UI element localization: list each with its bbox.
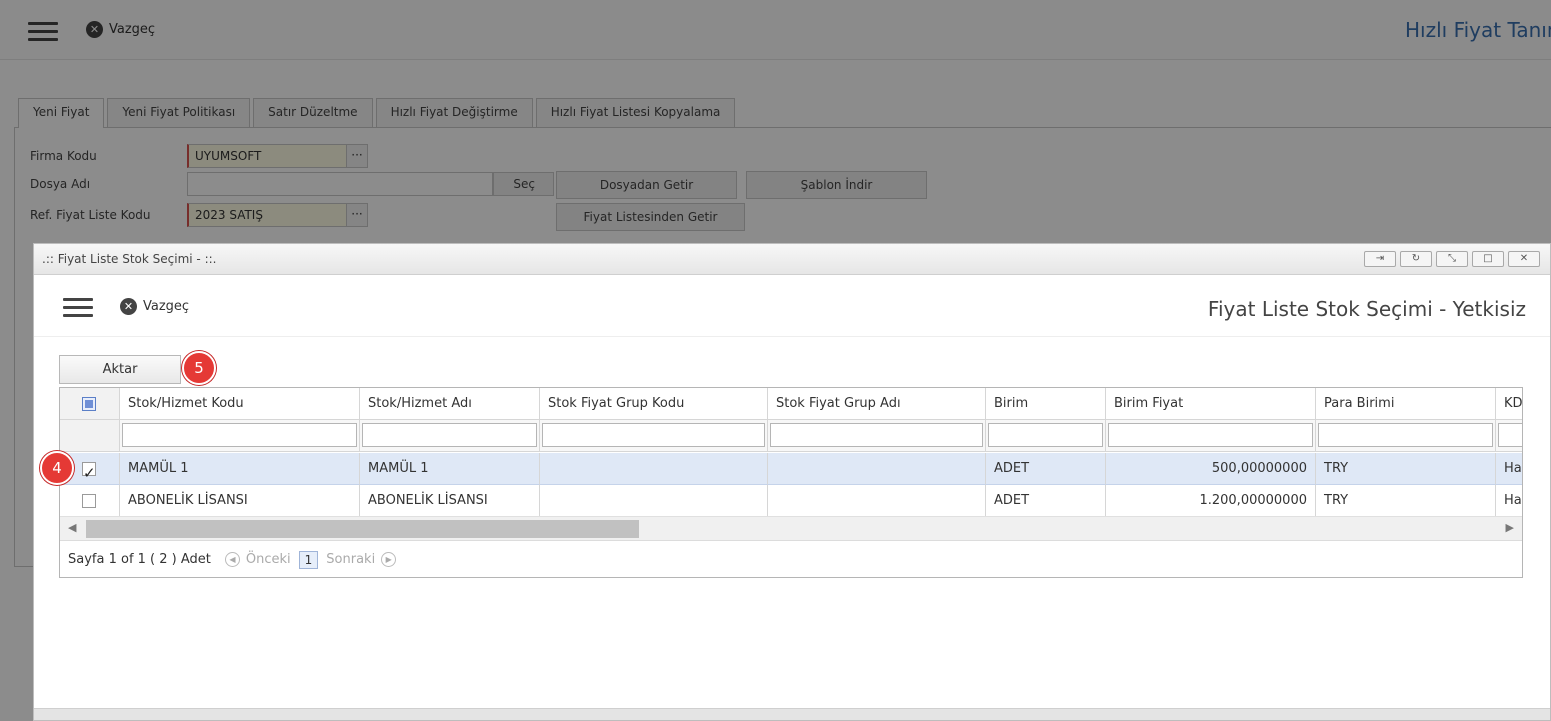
filter-input-kd[interactable] xyxy=(1498,423,1522,447)
step-badge-5: 5 xyxy=(182,351,216,385)
grid-filter-row xyxy=(60,420,1522,452)
cell-para-birimi: TRY xyxy=(1316,453,1496,485)
pin-icon[interactable]: ⇥ xyxy=(1364,251,1396,267)
next-label: Sonraki xyxy=(326,552,376,567)
cell-grup-kodu xyxy=(540,485,768,517)
column-header-birim[interactable]: Birim xyxy=(986,388,1106,420)
table-row[interactable]: MAMÜL 1 MAMÜL 1 ADET 500,00000000 TRY Ha xyxy=(60,453,1522,485)
stock-grid: Stok/Hizmet Kodu Stok/Hizmet Adı Stok Fi… xyxy=(59,387,1523,578)
horizontal-scrollbar[interactable]: ◀ ▶ xyxy=(60,516,1522,540)
modal-footer xyxy=(34,708,1550,720)
row-checkbox[interactable] xyxy=(82,458,96,484)
cell-para-birimi: TRY xyxy=(1316,485,1496,517)
cell-birim-fiyat: 1.200,00000000 xyxy=(1106,485,1316,517)
cell-stok-adi: ABONELİK LİSANSI xyxy=(360,485,540,517)
cell-grup-adi xyxy=(768,453,986,485)
filter-spacer xyxy=(60,420,120,452)
pager-summary: Sayfa 1 of 1 ( 2 ) Adet xyxy=(68,552,211,567)
filter-cell-kd xyxy=(1496,420,1522,452)
filter-input-para-birimi[interactable] xyxy=(1318,423,1493,447)
cell-birim: ADET xyxy=(986,453,1106,485)
close-window-icon[interactable]: ✕ xyxy=(1508,251,1540,267)
column-header-birim-fiyat[interactable]: Birim Fiyat xyxy=(1106,388,1316,420)
column-header-kd[interactable]: KD xyxy=(1496,388,1522,420)
filter-cell-para-birimi xyxy=(1316,420,1496,452)
maximize-icon[interactable]: □ xyxy=(1472,251,1504,267)
pager: Sayfa 1 of 1 ( 2 ) Adet ◀ Önceki 1 Sonra… xyxy=(60,540,1522,577)
filter-input-birim[interactable] xyxy=(988,423,1103,447)
prev-page-button[interactable]: ◀ Önceki xyxy=(224,552,291,567)
scroll-left-icon[interactable]: ◀ xyxy=(68,521,76,534)
cell-stok-kodu: MAMÜL 1 xyxy=(120,453,360,485)
cell-birim-fiyat: 500,00000000 xyxy=(1106,453,1316,485)
close-icon: ✕ xyxy=(120,298,137,315)
filter-input-grup-kodu[interactable] xyxy=(542,423,765,447)
filter-cell-birim xyxy=(986,420,1106,452)
prev-arrow-icon: ◀ xyxy=(224,552,240,567)
column-header-grup-kodu[interactable]: Stok Fiyat Grup Kodu xyxy=(540,388,768,420)
filter-cell-birim-fiyat xyxy=(1106,420,1316,452)
filter-cell-stok-adi xyxy=(360,420,540,452)
table-row[interactable]: ABONELİK LİSANSI ABONELİK LİSANSI ADET 1… xyxy=(60,485,1522,517)
grid-header-row: Stok/Hizmet Kodu Stok/Hizmet Adı Stok Fi… xyxy=(60,388,1522,420)
stok-secimi-modal: .:: Fiyat Liste Stok Seçimi - ::. ⇥ ↻ ⤡ … xyxy=(33,243,1551,721)
row-checkbox[interactable] xyxy=(82,493,96,508)
select-all-cell[interactable] xyxy=(60,388,120,420)
current-page[interactable]: 1 xyxy=(298,550,319,569)
window-controls: ⇥ ↻ ⤡ □ ✕ xyxy=(1360,251,1540,267)
prev-label: Önceki xyxy=(245,552,291,567)
select-all-checkbox[interactable] xyxy=(82,396,96,411)
column-header-para-birimi[interactable]: Para Birimi xyxy=(1316,388,1496,420)
cell-kd: Ha xyxy=(1496,485,1522,517)
filter-cell-stok-kodu xyxy=(120,420,360,452)
modal-header: ✕ Vazgeç Fiyat Liste Stok Seçimi - Yetki… xyxy=(34,275,1550,337)
next-page-button[interactable]: Sonraki ▶ xyxy=(326,552,397,567)
modal-title: Fiyat Liste Stok Seçimi - Yetkisiz xyxy=(1207,297,1526,321)
cell-kd: Ha xyxy=(1496,453,1522,485)
cell-stok-adi: MAMÜL 1 xyxy=(360,453,540,485)
column-header-stok-adi[interactable]: Stok/Hizmet Adı xyxy=(360,388,540,420)
cell-grup-kodu xyxy=(540,453,768,485)
aktar-button[interactable]: Aktar xyxy=(59,355,181,384)
scrollbar-thumb[interactable] xyxy=(86,520,639,538)
scroll-right-icon[interactable]: ▶ xyxy=(1506,521,1514,534)
refresh-icon[interactable]: ↻ xyxy=(1400,251,1432,267)
filter-cell-grup-kodu xyxy=(540,420,768,452)
column-header-grup-adi[interactable]: Stok Fiyat Grup Adı xyxy=(768,388,986,420)
filter-cell-grup-adi xyxy=(768,420,986,452)
filter-input-stok-kodu[interactable] xyxy=(122,423,357,447)
row-select-cell[interactable] xyxy=(60,485,120,517)
step-badge-4: 4 xyxy=(40,451,74,485)
filter-input-grup-adi[interactable] xyxy=(770,423,983,447)
restore-icon[interactable]: ⤡ xyxy=(1436,251,1468,267)
column-header-stok-kodu[interactable]: Stok/Hizmet Kodu xyxy=(120,388,360,420)
modal-titlebar[interactable]: .:: Fiyat Liste Stok Seçimi - ::. ⇥ ↻ ⤡ … xyxy=(34,244,1550,275)
next-arrow-icon: ▶ xyxy=(381,552,397,567)
filter-input-stok-adi[interactable] xyxy=(362,423,537,447)
modal-cancel-label: Vazgeç xyxy=(143,299,190,314)
cell-stok-kodu: ABONELİK LİSANSI xyxy=(120,485,360,517)
cell-grup-adi xyxy=(768,485,986,517)
modal-menu-icon[interactable] xyxy=(63,298,93,318)
filter-input-birim-fiyat[interactable] xyxy=(1108,423,1313,447)
modal-caption: .:: Fiyat Liste Stok Seçimi - ::. xyxy=(42,252,217,266)
cell-birim: ADET xyxy=(986,485,1106,517)
modal-cancel-button[interactable]: ✕ Vazgeç xyxy=(120,298,189,315)
